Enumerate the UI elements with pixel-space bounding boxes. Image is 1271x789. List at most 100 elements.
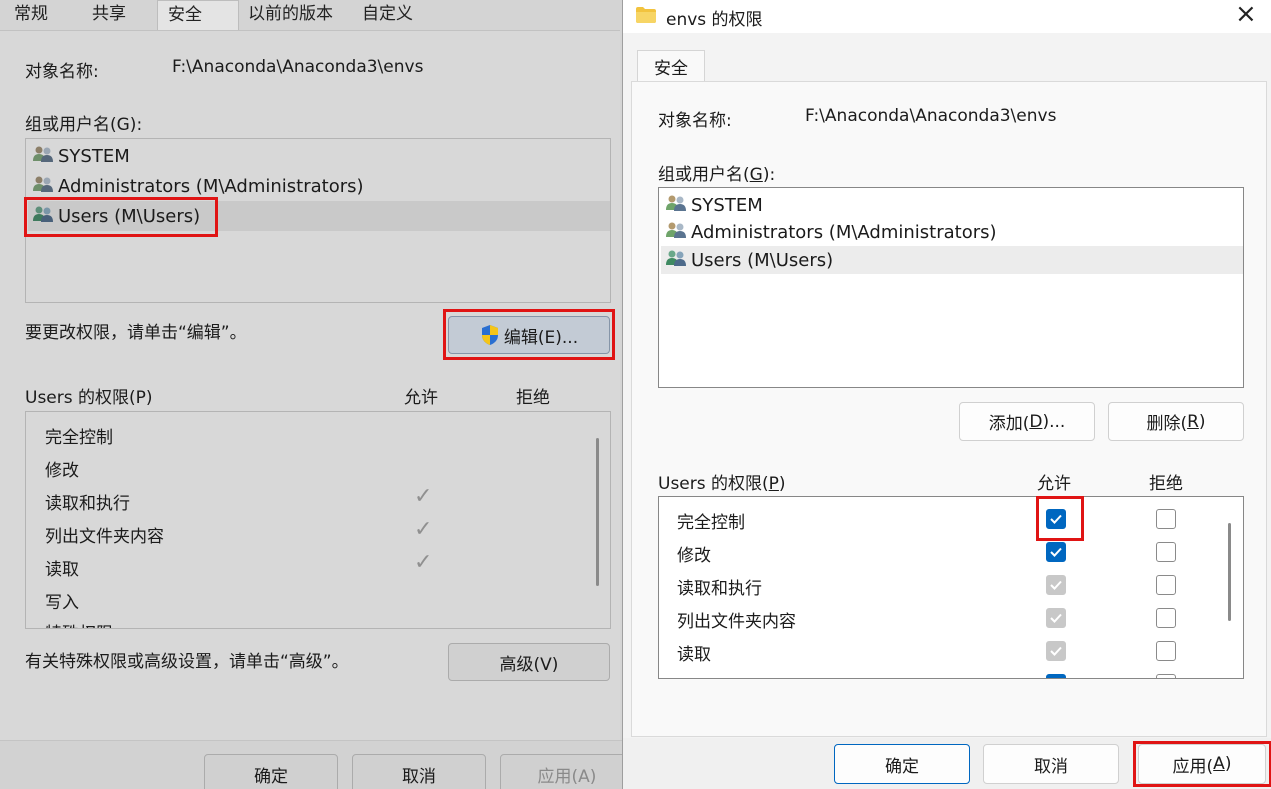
deny-header: 拒绝 xyxy=(1149,474,1183,494)
cancel-button[interactable]: 取消 xyxy=(983,744,1119,784)
permission-full-control: 完全控制 xyxy=(677,513,745,533)
groups-label-suffix: ): xyxy=(762,165,776,185)
list-item-administrators[interactable]: Administrators (M\Administrators) xyxy=(661,218,1243,246)
edit-hint: 要更改权限，请单击“编辑”。 xyxy=(25,323,247,343)
permission-full-control: 完全控制 xyxy=(45,428,113,448)
allow-header: 允许 xyxy=(1037,474,1071,494)
deny-list-folder-checkbox[interactable] xyxy=(1156,608,1176,628)
deny-modify-checkbox[interactable] xyxy=(1156,542,1176,562)
permission-write: 写入 xyxy=(677,673,711,678)
permission-modify: 修改 xyxy=(45,461,79,481)
checkmark-icon xyxy=(1050,646,1062,656)
checkmark-icon xyxy=(1050,580,1062,590)
advanced-hint: 有关特殊权限或高级设置，请单击“高级”。 xyxy=(25,652,349,672)
tab-previous-versions[interactable]: 以前的版本 xyxy=(238,0,343,30)
ok-button[interactable]: 确定 xyxy=(204,754,338,789)
tab-sharing[interactable]: 共享 xyxy=(82,0,136,30)
security-panel: 对象名称: F:\Anaconda\Anaconda3\envs 组或用户名(G… xyxy=(0,30,620,740)
user-name: Users (M\Users) xyxy=(691,249,834,271)
tab-general[interactable]: 常规 xyxy=(4,0,58,30)
deny-read-execute-checkbox[interactable] xyxy=(1156,575,1176,595)
add-button-suffix: )... xyxy=(1042,411,1066,432)
checkmark-icon: ✓ xyxy=(414,484,433,509)
tab-security[interactable]: 安全 xyxy=(637,50,705,82)
groups-label: 组或用户名(G): xyxy=(658,160,775,185)
deny-write-checkbox[interactable] xyxy=(1156,674,1176,678)
allow-write-checkbox[interactable] xyxy=(1046,674,1066,678)
allow-modify-checkbox[interactable] xyxy=(1046,542,1066,562)
background-properties-dialog: 常规 共享 安全 以前的版本 自定义 对象名称: F:\Anaconda\Ana… xyxy=(0,0,634,789)
checkmark-icon: ✓ xyxy=(414,550,433,575)
highlight-full-control-allow xyxy=(1036,496,1084,541)
security-panel: 对象名称: F:\Anaconda\Anaconda3\envs 组或用户名(G… xyxy=(631,81,1267,737)
permission-special: 特殊权限 xyxy=(45,619,113,628)
add-button-prefix: 添加( xyxy=(988,414,1030,434)
object-name-label: 对象名称: xyxy=(25,62,99,82)
user-name: Administrators (M\Administrators) xyxy=(691,221,997,243)
ok-button[interactable]: 确定 xyxy=(834,744,970,784)
permission-list-folder: 列出文件夹内容 xyxy=(45,527,164,547)
checkmark-icon: ✓ xyxy=(414,517,433,542)
deny-header: 拒绝 xyxy=(516,388,550,408)
permissions-label-key: P xyxy=(768,474,779,494)
user-name: Administrators (M\Administrators) xyxy=(58,175,364,197)
permission-modify: 修改 xyxy=(677,546,711,566)
add-button-key: D xyxy=(1029,411,1043,432)
permission-list-folder: 列出文件夹内容 xyxy=(677,612,796,632)
tab-security[interactable]: 安全 xyxy=(157,0,239,31)
tab-strip: 常规 共享 安全 以前的版本 自定义 xyxy=(0,0,622,31)
checkmark-icon xyxy=(1050,613,1062,623)
highlight-edit-button xyxy=(443,309,615,360)
user-list[interactable]: SYSTEM Administrators (M\Administrators)… xyxy=(658,187,1244,388)
list-item-system[interactable]: SYSTEM xyxy=(661,190,1243,220)
allow-list-folder-checkbox[interactable] xyxy=(1046,608,1066,628)
allow-read-execute-checkbox[interactable] xyxy=(1046,575,1066,595)
deny-full-control-checkbox[interactable] xyxy=(1156,509,1176,529)
permission-read: 读取 xyxy=(677,645,711,665)
object-name-value: F:\Anaconda\Anaconda3\envs xyxy=(172,57,424,77)
scrollbar-thumb[interactable] xyxy=(596,438,599,586)
window-title: envs 的权限 xyxy=(666,10,763,30)
user-group-icon xyxy=(665,249,687,272)
remove-button-suffix: ) xyxy=(1198,411,1206,432)
permission-write: 写入 xyxy=(45,593,79,613)
highlight-apply-button xyxy=(1133,741,1271,787)
user-name: SYSTEM xyxy=(691,194,763,216)
groups-label-key: G xyxy=(749,165,763,185)
user-group-icon xyxy=(665,221,687,244)
remove-button[interactable]: 删除(R) xyxy=(1108,402,1244,441)
add-button[interactable]: 添加(D)... xyxy=(959,402,1095,441)
remove-button-prefix: 删除( xyxy=(1146,414,1188,434)
scrollbar-thumb[interactable] xyxy=(1228,523,1231,621)
title-bar: envs 的权限 × xyxy=(623,0,1271,33)
list-item-users[interactable]: Users (M\Users) xyxy=(661,246,1243,274)
apply-button-disabled[interactable]: 应用(A) xyxy=(500,754,634,789)
allow-read-checkbox[interactable] xyxy=(1046,641,1066,661)
deny-read-checkbox[interactable] xyxy=(1156,641,1176,661)
remove-button-key: R xyxy=(1187,411,1199,432)
object-name-value: F:\Anaconda\Anaconda3\envs xyxy=(805,106,1057,126)
permissions-label-suffix: ) xyxy=(778,474,786,494)
list-item-system[interactable]: SYSTEM xyxy=(28,141,610,171)
folder-icon xyxy=(635,5,657,30)
permissions-list[interactable]: 完全控制 修改 读取和执行 ✓ 列出文件夹内容 ✓ 读取 ✓ 写入 特殊权限 xyxy=(25,411,611,629)
checkmark-icon xyxy=(1050,547,1062,557)
advanced-button[interactable]: 高级(V) xyxy=(448,643,610,681)
groups-label-prefix: 组或用户名( xyxy=(658,165,750,185)
permissions-list[interactable]: 完全控制 修改 读取和执行 列出文件夹内容 读取 写入 xyxy=(658,496,1244,679)
user-group-icon xyxy=(665,194,687,217)
close-icon[interactable]: × xyxy=(1235,0,1257,29)
highlight-users-selection xyxy=(24,197,218,237)
object-name-label: 对象名称: xyxy=(658,111,732,131)
permissions-label: Users 的权限(P) xyxy=(658,469,786,494)
groups-label: 组或用户名(G): xyxy=(25,115,143,135)
permission-read-execute: 读取和执行 xyxy=(677,579,762,599)
user-group-icon xyxy=(32,175,54,198)
cancel-button[interactable]: 取消 xyxy=(352,754,486,789)
user-group-icon xyxy=(32,145,54,168)
envs-permissions-dialog: envs 的权限 × 安全 对象名称: F:\Anaconda\Anaconda… xyxy=(622,0,1271,789)
allow-header: 允许 xyxy=(404,388,438,408)
permissions-label-prefix: Users 的权限( xyxy=(658,474,769,494)
user-name: SYSTEM xyxy=(58,145,130,167)
tab-customize[interactable]: 自定义 xyxy=(352,0,423,30)
